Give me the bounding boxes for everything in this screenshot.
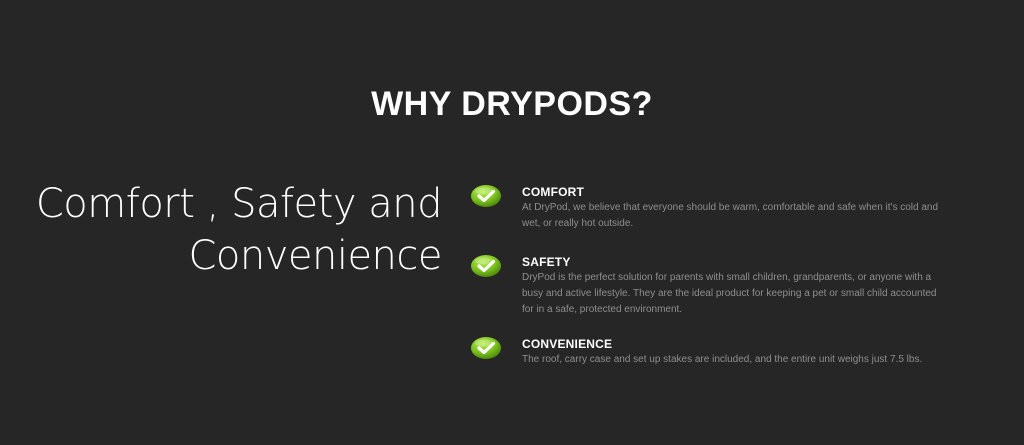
feature-title: COMFORT [522,185,585,199]
feature-item-comfort: COMFORT At DryPod, we believe that every… [470,184,940,254]
tagline-heading: Comfort , Safety and Convenience [2,178,443,282]
feature-description: DryPod is the perfect solution for paren… [522,272,937,315]
feature-item-safety: SAFETY DryPod is the perfect solution fo… [470,254,940,336]
feature-description: At DryPod, we believe that everyone shou… [522,202,939,229]
tagline-line-2: Convenience [188,233,442,279]
feature-list: COMFORT At DryPod, we believe that every… [470,184,940,376]
checkmark-icon [471,255,501,277]
why-drypods-section: WHY DRYPODS? Comfort , Safety and Conven… [0,0,1024,445]
feature-item-convenience: CONVENIENCE The roof, carry case and set… [470,336,940,376]
checkmark-icon [471,337,501,359]
tagline-line-1: Comfort , Safety and [35,181,443,227]
feature-description: The roof, carry case and set up stakes a… [522,354,923,365]
section-title: WHY DRYPODS? [371,85,653,123]
checkmark-icon [471,185,501,207]
feature-title: CONVENIENCE [522,337,613,351]
feature-title: SAFETY [522,255,571,269]
